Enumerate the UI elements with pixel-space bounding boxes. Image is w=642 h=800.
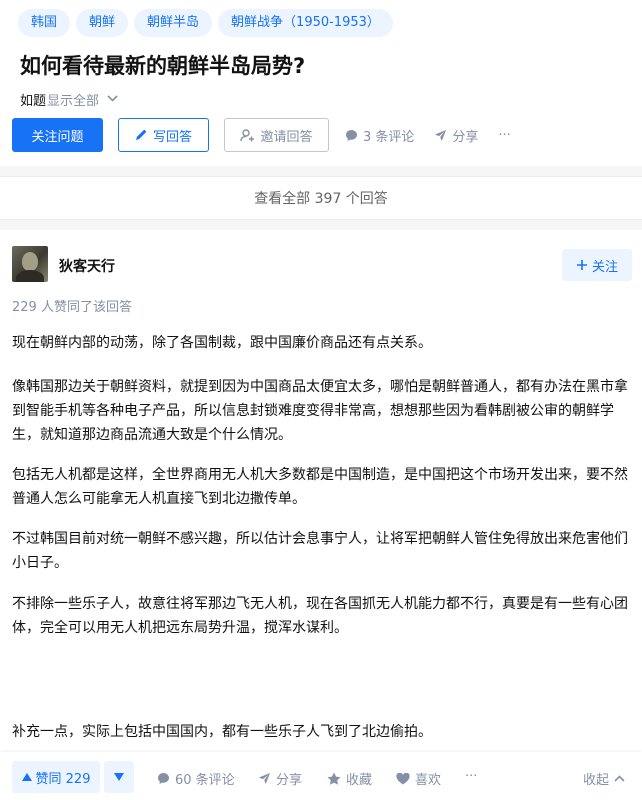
upvote-button[interactable]: 赞同 229: [12, 761, 100, 793]
topic-tag[interactable]: 朝鲜战争（1950-1953）: [218, 9, 393, 37]
upvote-triangle-icon: [21, 773, 32, 781]
pencil-icon: [135, 129, 147, 141]
invite-answer-label: 邀请回答: [260, 129, 313, 145]
question-actions: 关注问题 写回答 邀请回答 3 条评论 分享 ···: [12, 118, 511, 152]
upvote-label: 赞同 229: [35, 771, 91, 787]
answer-paragraph: 像韩国那边关于朝鲜资料，就提到因为中国商品太便宜太多，哪怕是朝鲜普通人，都有办法…: [12, 379, 628, 443]
collapse-label: 收起: [583, 773, 610, 788]
topic-tag[interactable]: 韩国: [18, 9, 71, 37]
answer-paragraph: 补充一点，实际上包括中国国内，都有一些乐子人飞到了北边偷拍。: [12, 724, 432, 740]
follow-question-button[interactable]: 关注问题: [12, 118, 103, 152]
share-icon: [258, 772, 271, 785]
question-comments-button[interactable]: 3 条评论: [345, 126, 414, 145]
like-button[interactable]: 喜欢: [396, 769, 441, 788]
answer-share-label: 分享: [276, 773, 303, 788]
voters-count[interactable]: 229 人赞同了该回答: [12, 296, 132, 315]
question-comments-label: 3 条评论: [363, 129, 415, 145]
answer-action-bar: 赞同 229 60 条评论 分享 收藏 喜欢 ··· 收起: [0, 752, 642, 800]
downvote-button[interactable]: [104, 761, 134, 793]
chevron-up-icon: [614, 775, 625, 782]
comment-icon: [157, 772, 170, 785]
question-share-button[interactable]: 分享: [434, 126, 478, 145]
invite-user-icon: [240, 128, 255, 142]
favorite-button[interactable]: 收藏: [327, 769, 372, 788]
answer-paragraph: 包括无人机都是这样，全世界商用无人机大多数都是中国制造，是中国把这个市场开发出来…: [12, 467, 628, 507]
answer-comments-label: 60 条评论: [175, 773, 235, 788]
topic-tags: 韩国 朝鲜 朝鲜半岛 朝鲜战争（1950-1953）: [18, 9, 393, 37]
downvote-triangle-icon: [114, 773, 124, 781]
favorite-label: 收藏: [346, 773, 373, 788]
answer-paragraph: 不过韩国目前对统一朝鲜不感兴趣，所以估计会息事宁人，让将军把朝鲜人管住免得放出来…: [12, 531, 628, 571]
chevron-down-icon[interactable]: [107, 94, 118, 105]
star-icon: [327, 772, 341, 785]
follow-author-button[interactable]: 关注: [562, 249, 632, 281]
author-name[interactable]: 狄客天行: [59, 256, 115, 276]
question-description: 如题 显示全部: [20, 90, 118, 109]
heart-icon: [396, 772, 410, 785]
avatar[interactable]: [12, 246, 48, 282]
like-label: 喜欢: [415, 773, 442, 788]
write-answer-button[interactable]: 写回答: [118, 118, 209, 152]
plus-icon: [576, 259, 588, 271]
show-all-link[interactable]: 显示全部: [47, 90, 99, 109]
view-all-answers-link[interactable]: 查看全部 397 个回答: [0, 176, 642, 220]
answer-paragraph: 不排除一些乐子人，故意往将军那边飞无人机，现在各国抓无人机能力都不行，真要是有一…: [12, 596, 628, 636]
question-header: 韩国 朝鲜 朝鲜半岛 朝鲜战争（1950-1953） 如何看待最新的朝鲜半岛局势…: [0, 0, 642, 166]
topic-tag[interactable]: 朝鲜: [76, 9, 129, 37]
question-more-button[interactable]: ···: [498, 128, 510, 143]
comment-icon: [345, 129, 358, 142]
topic-tag[interactable]: 朝鲜半岛: [134, 9, 213, 37]
answer-card: 狄客天行 关注 229 人赞同了该回答 现在朝鲜内部的动荡，除了各国制裁，跟中国…: [0, 230, 642, 800]
answer-comments-button[interactable]: 60 条评论: [157, 769, 235, 788]
share-icon: [434, 129, 447, 142]
question-share-label: 分享: [452, 129, 479, 145]
answer-more-button[interactable]: ···: [465, 769, 477, 784]
write-answer-label: 写回答: [152, 129, 192, 145]
question-title: 如何看待最新的朝鲜半岛局势?: [20, 54, 306, 78]
question-desc-text: 如题: [20, 94, 47, 109]
follow-author-label: 关注: [591, 259, 618, 275]
answer-paragraph: 现在朝鲜内部的动荡，除了各国制裁，跟中国廉价商品还有点关系。: [12, 335, 432, 351]
answer-share-button[interactable]: 分享: [258, 769, 302, 788]
view-all-answers-label: 查看全部 397 个回答: [254, 191, 388, 207]
collapse-button[interactable]: 收起: [583, 769, 625, 788]
invite-answer-button[interactable]: 邀请回答: [224, 118, 329, 152]
